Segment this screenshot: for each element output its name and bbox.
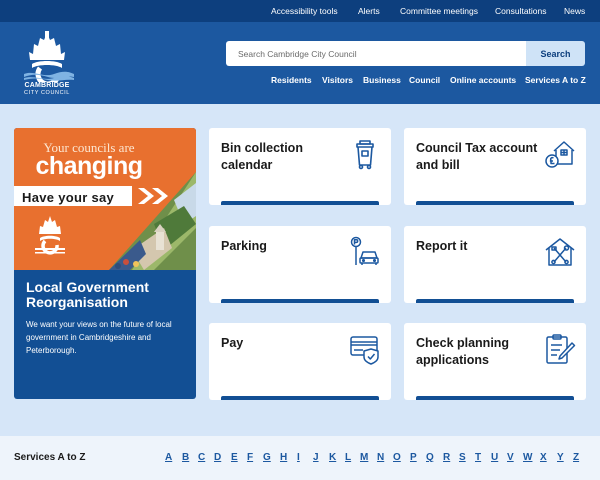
- parking-car-icon: [350, 236, 379, 265]
- nav-business[interactable]: Business: [363, 75, 401, 85]
- accessibility-tools-link[interactable]: Accessibility tools: [271, 6, 338, 16]
- card-accent-bar: [221, 201, 379, 205]
- card-title: Parking: [221, 239, 267, 253]
- search-button[interactable]: Search: [526, 41, 585, 66]
- pay-card[interactable]: Pay: [209, 323, 391, 400]
- az-letter-q[interactable]: Q: [426, 452, 434, 463]
- az-letter-t[interactable]: T: [475, 452, 481, 463]
- card-accent-bar: [416, 299, 574, 303]
- nav-residents[interactable]: Residents: [271, 75, 312, 85]
- card-title: Pay: [221, 336, 244, 350]
- site-header: CAMBRIDGE CITY COUNCIL Search Residents …: [0, 22, 600, 104]
- az-letter-g[interactable]: G: [263, 452, 271, 463]
- nav-council[interactable]: Council: [409, 75, 440, 85]
- house-tools-icon: [545, 238, 575, 266]
- az-letter-j[interactable]: J: [313, 452, 319, 463]
- az-letter-m[interactable]: M: [360, 452, 368, 463]
- az-letter-f[interactable]: F: [247, 452, 253, 463]
- consultations-link[interactable]: Consultations: [495, 6, 547, 16]
- promo-image: Your councils are changing Have your say: [14, 128, 196, 270]
- az-letter-d[interactable]: D: [214, 452, 221, 463]
- alerts-link[interactable]: Alerts: [358, 6, 380, 16]
- promo-title[interactable]: Local Government Reorganisation: [26, 280, 186, 310]
- az-letter-s[interactable]: S: [459, 452, 466, 463]
- az-letter-z[interactable]: Z: [573, 452, 579, 463]
- az-label: Services A to Z: [14, 452, 86, 463]
- az-letter-a[interactable]: A: [165, 452, 172, 463]
- az-letter-n[interactable]: N: [377, 452, 384, 463]
- az-letter-y[interactable]: Y: [557, 452, 564, 463]
- card-accent-bar: [221, 299, 379, 303]
- wheelie-bin-icon: [356, 140, 374, 170]
- az-letter-r[interactable]: R: [443, 452, 450, 463]
- utility-bar: Accessibility tools Alerts Committee mee…: [0, 0, 600, 22]
- promo-description: We want your views on the future of loca…: [26, 320, 172, 355]
- clipboard-pen-icon: [546, 334, 576, 364]
- bin-collection-card[interactable]: Bin collection calendar: [209, 128, 391, 205]
- nav-services-a-to-z[interactable]: Services A to Z: [525, 75, 586, 85]
- card-title: Bin collection calendar: [221, 141, 303, 172]
- az-letter-i[interactable]: I: [297, 452, 300, 463]
- search-form: Search: [226, 41, 585, 66]
- house-pound-icon: [545, 141, 575, 168]
- az-letter-w[interactable]: W: [523, 452, 532, 463]
- az-letter-p[interactable]: P: [410, 452, 417, 463]
- az-letter-v[interactable]: V: [507, 452, 514, 463]
- az-letter-k[interactable]: K: [329, 452, 336, 463]
- az-letter-l[interactable]: L: [345, 452, 351, 463]
- council-logo[interactable]: CAMBRIDGE CITY COUNCIL: [18, 30, 76, 98]
- logo-text-line1: CAMBRIDGE: [24, 82, 70, 89]
- az-letter-x[interactable]: X: [540, 452, 547, 463]
- card-shield-icon: [350, 336, 379, 365]
- search-input[interactable]: [226, 41, 526, 66]
- az-letter-b[interactable]: B: [182, 452, 189, 463]
- services-a-to-z-bar: Services A to Z A B C D E F G H I J K L …: [0, 436, 600, 480]
- nav-online-accounts[interactable]: Online accounts: [450, 75, 516, 85]
- promo-crest-icon: [35, 216, 65, 255]
- card-accent-bar: [416, 201, 574, 205]
- council-tax-card[interactable]: Council Tax account and bill: [404, 128, 586, 205]
- committee-meetings-link[interactable]: Committee meetings: [400, 6, 478, 16]
- planning-applications-card[interactable]: Check planning applications: [404, 323, 586, 400]
- card-title: Check planning applications: [416, 336, 510, 367]
- card-accent-bar: [416, 396, 574, 400]
- report-it-card[interactable]: Report it: [404, 226, 586, 303]
- reorganisation-promo-card[interactable]: Your councils are changing Have your say: [14, 128, 196, 399]
- az-letter-c[interactable]: C: [198, 452, 205, 463]
- nav-visitors[interactable]: Visitors: [322, 75, 353, 85]
- parking-card[interactable]: Parking: [209, 226, 391, 303]
- az-letter-u[interactable]: U: [491, 452, 498, 463]
- council-crest-icon: [24, 31, 74, 87]
- news-link[interactable]: News: [564, 6, 585, 16]
- logo-text-line2: CITY COUNCIL: [24, 90, 70, 96]
- az-letter-o[interactable]: O: [393, 452, 401, 463]
- card-title: Council Tax account and bill: [416, 141, 538, 172]
- card-title: Report it: [416, 239, 468, 253]
- az-letter-e[interactable]: E: [231, 452, 238, 463]
- az-letter-h[interactable]: H: [280, 452, 287, 463]
- card-accent-bar: [221, 396, 379, 400]
